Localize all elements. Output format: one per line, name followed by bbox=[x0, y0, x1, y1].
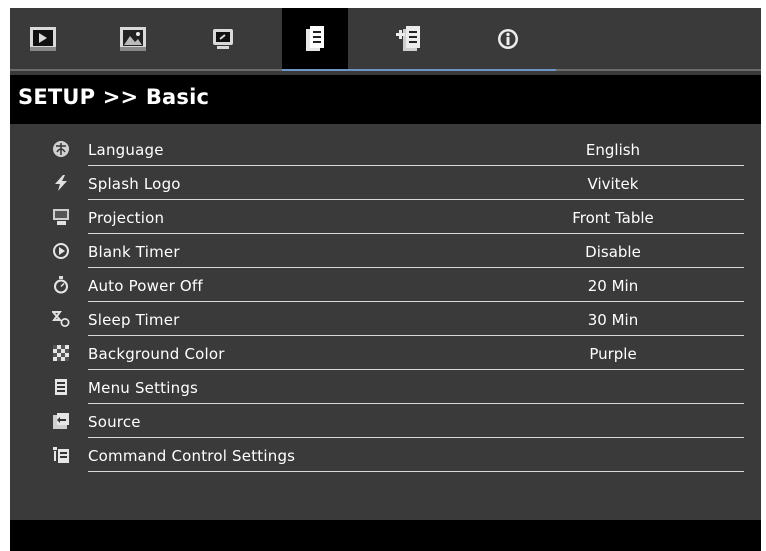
source-icon bbox=[53, 413, 69, 429]
menu-item-label: Background Color bbox=[88, 345, 225, 363]
language-icon bbox=[53, 141, 69, 157]
play-screen-icon bbox=[30, 26, 56, 51]
menu-item-value: English bbox=[585, 141, 641, 159]
menu-item-splash-logo[interactable]: Splash Logo Vivitek bbox=[10, 166, 761, 201]
tab-setup-advanced[interactable] bbox=[376, 8, 442, 69]
menu-header: SETUP >> Basic bbox=[10, 75, 761, 124]
command-icon bbox=[53, 447, 69, 463]
menu-item-background-color[interactable]: Background Color Purple bbox=[10, 336, 761, 371]
tab-display[interactable] bbox=[190, 8, 256, 69]
tab-divider bbox=[10, 69, 761, 71]
play-circle-icon bbox=[53, 243, 69, 259]
menu-item-value: Purple bbox=[589, 345, 637, 363]
monitor-icon bbox=[213, 28, 233, 49]
tab-picture[interactable] bbox=[10, 8, 76, 69]
sleep-icon bbox=[52, 311, 70, 327]
tab-info[interactable] bbox=[475, 8, 541, 69]
menu-item-value: Disable bbox=[585, 243, 641, 261]
menu-item-label: Language bbox=[88, 141, 164, 159]
menu-item-value: 30 Min bbox=[587, 311, 639, 329]
menu-item-label: Splash Logo bbox=[88, 175, 181, 193]
menu-item-blank-timer[interactable]: Blank Timer Disable bbox=[10, 234, 761, 269]
tab-image[interactable] bbox=[100, 8, 166, 69]
menu-item-label: Command Control Settings bbox=[88, 447, 296, 465]
menu-item-language[interactable]: Language English bbox=[10, 132, 761, 167]
document-icon bbox=[306, 25, 324, 51]
document-plus-icon bbox=[396, 25, 420, 51]
page-title: SETUP >> Basic bbox=[18, 85, 210, 109]
menu-icon bbox=[55, 379, 67, 395]
menu-item-auto-power-off[interactable]: Auto Power Off 20 Min bbox=[10, 268, 761, 303]
menu-item-sleep-timer[interactable]: Sleep Timer 30 Min bbox=[10, 302, 761, 337]
tab-bar bbox=[10, 8, 761, 69]
row-divider bbox=[88, 471, 744, 472]
checker-icon bbox=[53, 345, 69, 361]
stopwatch-icon bbox=[54, 276, 68, 294]
info-icon bbox=[498, 28, 518, 49]
osd-menu: SETUP >> Basic Language English Splash L… bbox=[10, 8, 761, 551]
menu-footer-bar bbox=[10, 520, 761, 551]
tab-setup-basic[interactable] bbox=[282, 8, 348, 69]
menu-item-menu-settings[interactable]: Menu Settings bbox=[10, 370, 761, 405]
menu-item-value: Vivitek bbox=[587, 175, 639, 193]
menu-item-label: Menu Settings bbox=[88, 379, 199, 397]
menu-item-label: Blank Timer bbox=[88, 243, 180, 261]
menu-item-value: Front Table bbox=[572, 209, 654, 227]
menu-item-label: Auto Power Off bbox=[88, 277, 203, 295]
menu-item-value: 20 Min bbox=[587, 277, 639, 295]
menu-item-label: Projection bbox=[88, 209, 165, 227]
projection-icon bbox=[53, 209, 69, 225]
menu-item-label: Sleep Timer bbox=[88, 311, 180, 329]
menu-item-command-control-settings[interactable]: Command Control Settings bbox=[10, 438, 761, 473]
menu-item-source[interactable]: Source bbox=[10, 404, 761, 439]
lightning-icon bbox=[55, 175, 67, 191]
picture-icon bbox=[120, 26, 146, 51]
menu-item-label: Source bbox=[88, 413, 141, 431]
menu-item-projection[interactable]: Projection Front Table bbox=[10, 200, 761, 235]
